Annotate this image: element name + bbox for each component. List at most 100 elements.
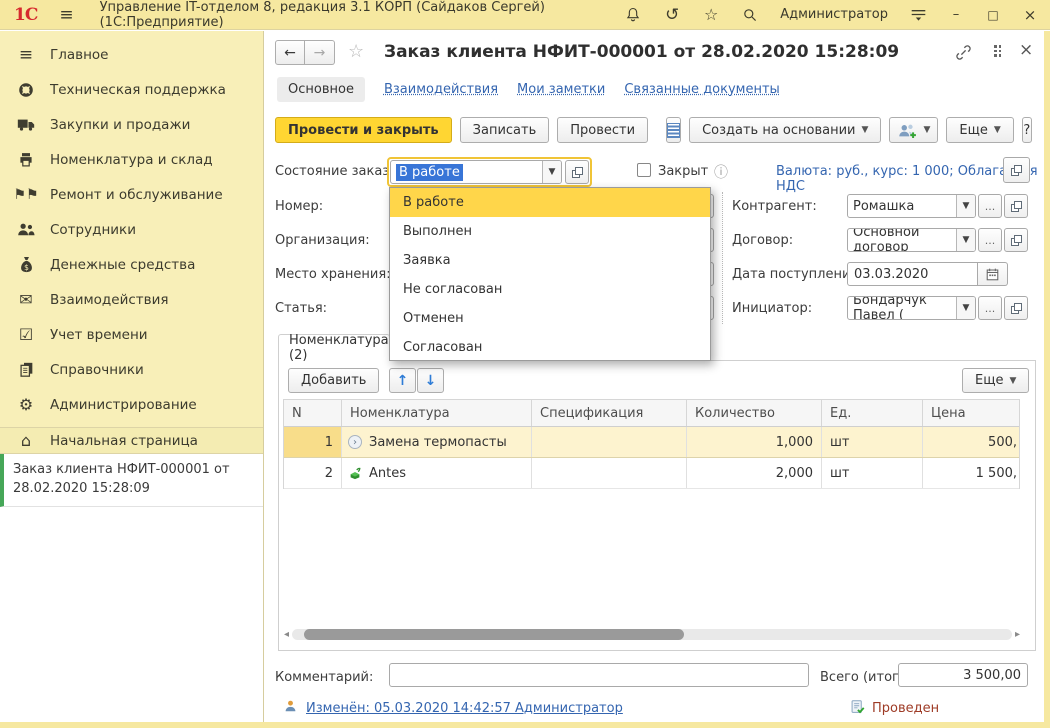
total-field[interactable]: 3 500,00: [898, 663, 1028, 687]
initiator-choose-button[interactable]: ...: [978, 296, 1002, 320]
dropdown-option[interactable]: Не согласован: [390, 275, 710, 304]
nomenclature-cell[interactable]: Antes: [342, 458, 532, 488]
dropdown-option[interactable]: Выполнен: [390, 217, 710, 246]
dropdown-option[interactable]: Отменен: [390, 304, 710, 333]
currency-open-button[interactable]: [1003, 157, 1030, 183]
tab-linked-docs[interactable]: Связанные документы: [624, 82, 779, 97]
nomenclature-cell[interactable]: › Замена термопасты: [342, 427, 532, 457]
qty-cell[interactable]: 2,000: [687, 458, 822, 488]
order-state-combobox[interactable]: В работе ▼: [390, 160, 562, 184]
maximize-icon[interactable]: □: [985, 8, 1001, 22]
spec-cell[interactable]: [532, 458, 687, 488]
close-window-icon[interactable]: ×: [1022, 6, 1038, 24]
comment-field[interactable]: [389, 663, 809, 687]
tab-nomenclature[interactable]: Номенклатура (2): [278, 334, 390, 361]
combo-dropdown-icon[interactable]: ▼: [956, 229, 975, 251]
initiator-field[interactable]: Бондарчук Павел ( ▼: [847, 296, 976, 320]
col-header-nomenclature[interactable]: Номенклатура: [342, 400, 532, 426]
post-button[interactable]: Провести: [557, 117, 648, 143]
history-icon[interactable]: ↺: [663, 6, 681, 24]
user-menu-icon[interactable]: [909, 6, 927, 24]
spec-cell[interactable]: [532, 427, 687, 457]
contract-choose-button[interactable]: ...: [978, 228, 1002, 252]
unit-cell[interactable]: шт: [822, 427, 923, 457]
info-icon[interactable]: ⓘ: [714, 162, 728, 182]
table-more-button[interactable]: Еще▼: [962, 368, 1029, 393]
combo-dropdown-icon[interactable]: ▼: [542, 161, 561, 183]
scroll-right-icon[interactable]: ▸: [1015, 629, 1020, 640]
horizontal-scrollbar[interactable]: ◂ ▸: [284, 629, 1020, 640]
row-number-cell[interactable]: 2: [284, 458, 342, 488]
minimize-icon[interactable]: –: [948, 7, 964, 22]
post-and-close-button[interactable]: Провести и закрыть: [275, 117, 452, 143]
sidebar-item-stock[interactable]: Номенклатура и склад: [0, 142, 263, 177]
notifications-bell-icon[interactable]: [624, 6, 642, 24]
help-button[interactable]: ?: [1022, 117, 1032, 143]
sidebar-item-interactions[interactable]: ✉ Взаимодействия: [0, 282, 263, 317]
modified-link[interactable]: Изменён: 05.03.2020 14:42:57 Администрат…: [306, 701, 623, 716]
row-number-cell[interactable]: 1: [284, 427, 342, 457]
back-button[interactable]: ←: [275, 40, 305, 65]
closed-checkbox[interactable]: [637, 163, 651, 177]
sidebar-item-repair[interactable]: ⚑⚑ Ремонт и обслуживание: [0, 177, 263, 212]
scrollbar-thumb[interactable]: [304, 629, 684, 640]
order-state-open-button[interactable]: [565, 160, 589, 184]
sidebar-item-time[interactable]: ☑ Учет времени: [0, 317, 263, 352]
move-down-button[interactable]: ↓: [417, 368, 444, 393]
sidebar-item-administration[interactable]: ⚙ Администрирование: [0, 387, 263, 422]
tab-main[interactable]: Основное: [277, 77, 365, 102]
favorites-star-icon[interactable]: ☆: [702, 6, 720, 24]
contractor-open-button[interactable]: [1004, 194, 1028, 218]
save-button[interactable]: Записать: [460, 117, 550, 143]
search-icon[interactable]: [741, 6, 759, 24]
favorite-star-icon[interactable]: ☆: [348, 41, 364, 62]
calendar-button[interactable]: [978, 262, 1008, 286]
col-header-unit[interactable]: Ед.: [822, 400, 923, 426]
more-button[interactable]: Еще▼: [946, 117, 1013, 143]
combo-dropdown-icon[interactable]: ▼: [956, 195, 975, 217]
combo-dropdown-icon[interactable]: ▼: [956, 297, 975, 319]
col-header-price[interactable]: Цена: [923, 400, 1019, 426]
qty-cell[interactable]: 1,000: [687, 427, 822, 457]
arrival-date-field[interactable]: 03.03.2020: [847, 262, 978, 286]
col-header-spec[interactable]: Спецификация: [532, 400, 687, 426]
more-menu-icon[interactable]: [994, 45, 1001, 57]
contract-open-button[interactable]: [1004, 228, 1028, 252]
add-row-button[interactable]: Добавить: [288, 368, 379, 393]
forward-button[interactable]: →: [305, 40, 335, 65]
main-menu-icon[interactable]: ≡: [59, 5, 73, 25]
initiator-open-button[interactable]: [1004, 296, 1028, 320]
current-user[interactable]: Администратор: [780, 7, 888, 22]
contract-field[interactable]: Основной договор ▼: [847, 228, 976, 252]
contractor-field[interactable]: Ромашка ▼: [847, 194, 976, 218]
tab-interactions[interactable]: Взаимодействия: [384, 82, 498, 97]
scroll-left-icon[interactable]: ◂: [284, 629, 289, 640]
sidebar-item-catalogs[interactable]: Справочники: [0, 352, 263, 387]
scrollbar-track[interactable]: [292, 629, 1012, 640]
table-row[interactable]: 2 Antes 2,000 шт 1 500,: [284, 458, 1019, 489]
tab-notes[interactable]: Мои заметки: [517, 82, 605, 97]
col-header-qty[interactable]: Количество: [687, 400, 822, 426]
contractor-choose-button[interactable]: ...: [978, 194, 1002, 218]
unit-cell[interactable]: шт: [822, 458, 923, 488]
sidebar-item-main[interactable]: ≡ Главное: [0, 37, 263, 72]
dropdown-option[interactable]: Заявка: [390, 246, 710, 275]
table-row-selected[interactable]: 1 › Замена термопасты 1,000 шт 500,: [284, 427, 1019, 458]
sidebar-item-money[interactable]: $ Денежные средства: [0, 247, 263, 282]
close-form-icon[interactable]: ×: [1019, 40, 1033, 60]
open-window-item[interactable]: Заказ клиента НФИТ-000001 от 28.02.2020 …: [0, 454, 263, 507]
assign-users-button[interactable]: ▼: [889, 117, 938, 143]
sidebar-item-purchases-sales[interactable]: Закупки и продажи: [0, 107, 263, 142]
price-cell[interactable]: 1 500,: [923, 458, 1019, 488]
dropdown-option-selected[interactable]: В работе: [390, 188, 710, 217]
create-based-on-button[interactable]: Создать на основании▼: [689, 117, 881, 143]
price-cell[interactable]: 500,: [923, 427, 1019, 457]
sidebar-item-support[interactable]: Техническая поддержка: [0, 72, 263, 107]
sidebar-item-employees[interactable]: Сотрудники: [0, 212, 263, 247]
move-up-button[interactable]: ↑: [389, 368, 416, 393]
link-icon[interactable]: [955, 44, 972, 61]
dropdown-option[interactable]: Согласован: [390, 333, 710, 362]
col-header-n[interactable]: N: [284, 400, 342, 426]
register-records-button[interactable]: [666, 117, 681, 143]
home-page-item[interactable]: ⌂ Начальная страница: [0, 427, 263, 454]
